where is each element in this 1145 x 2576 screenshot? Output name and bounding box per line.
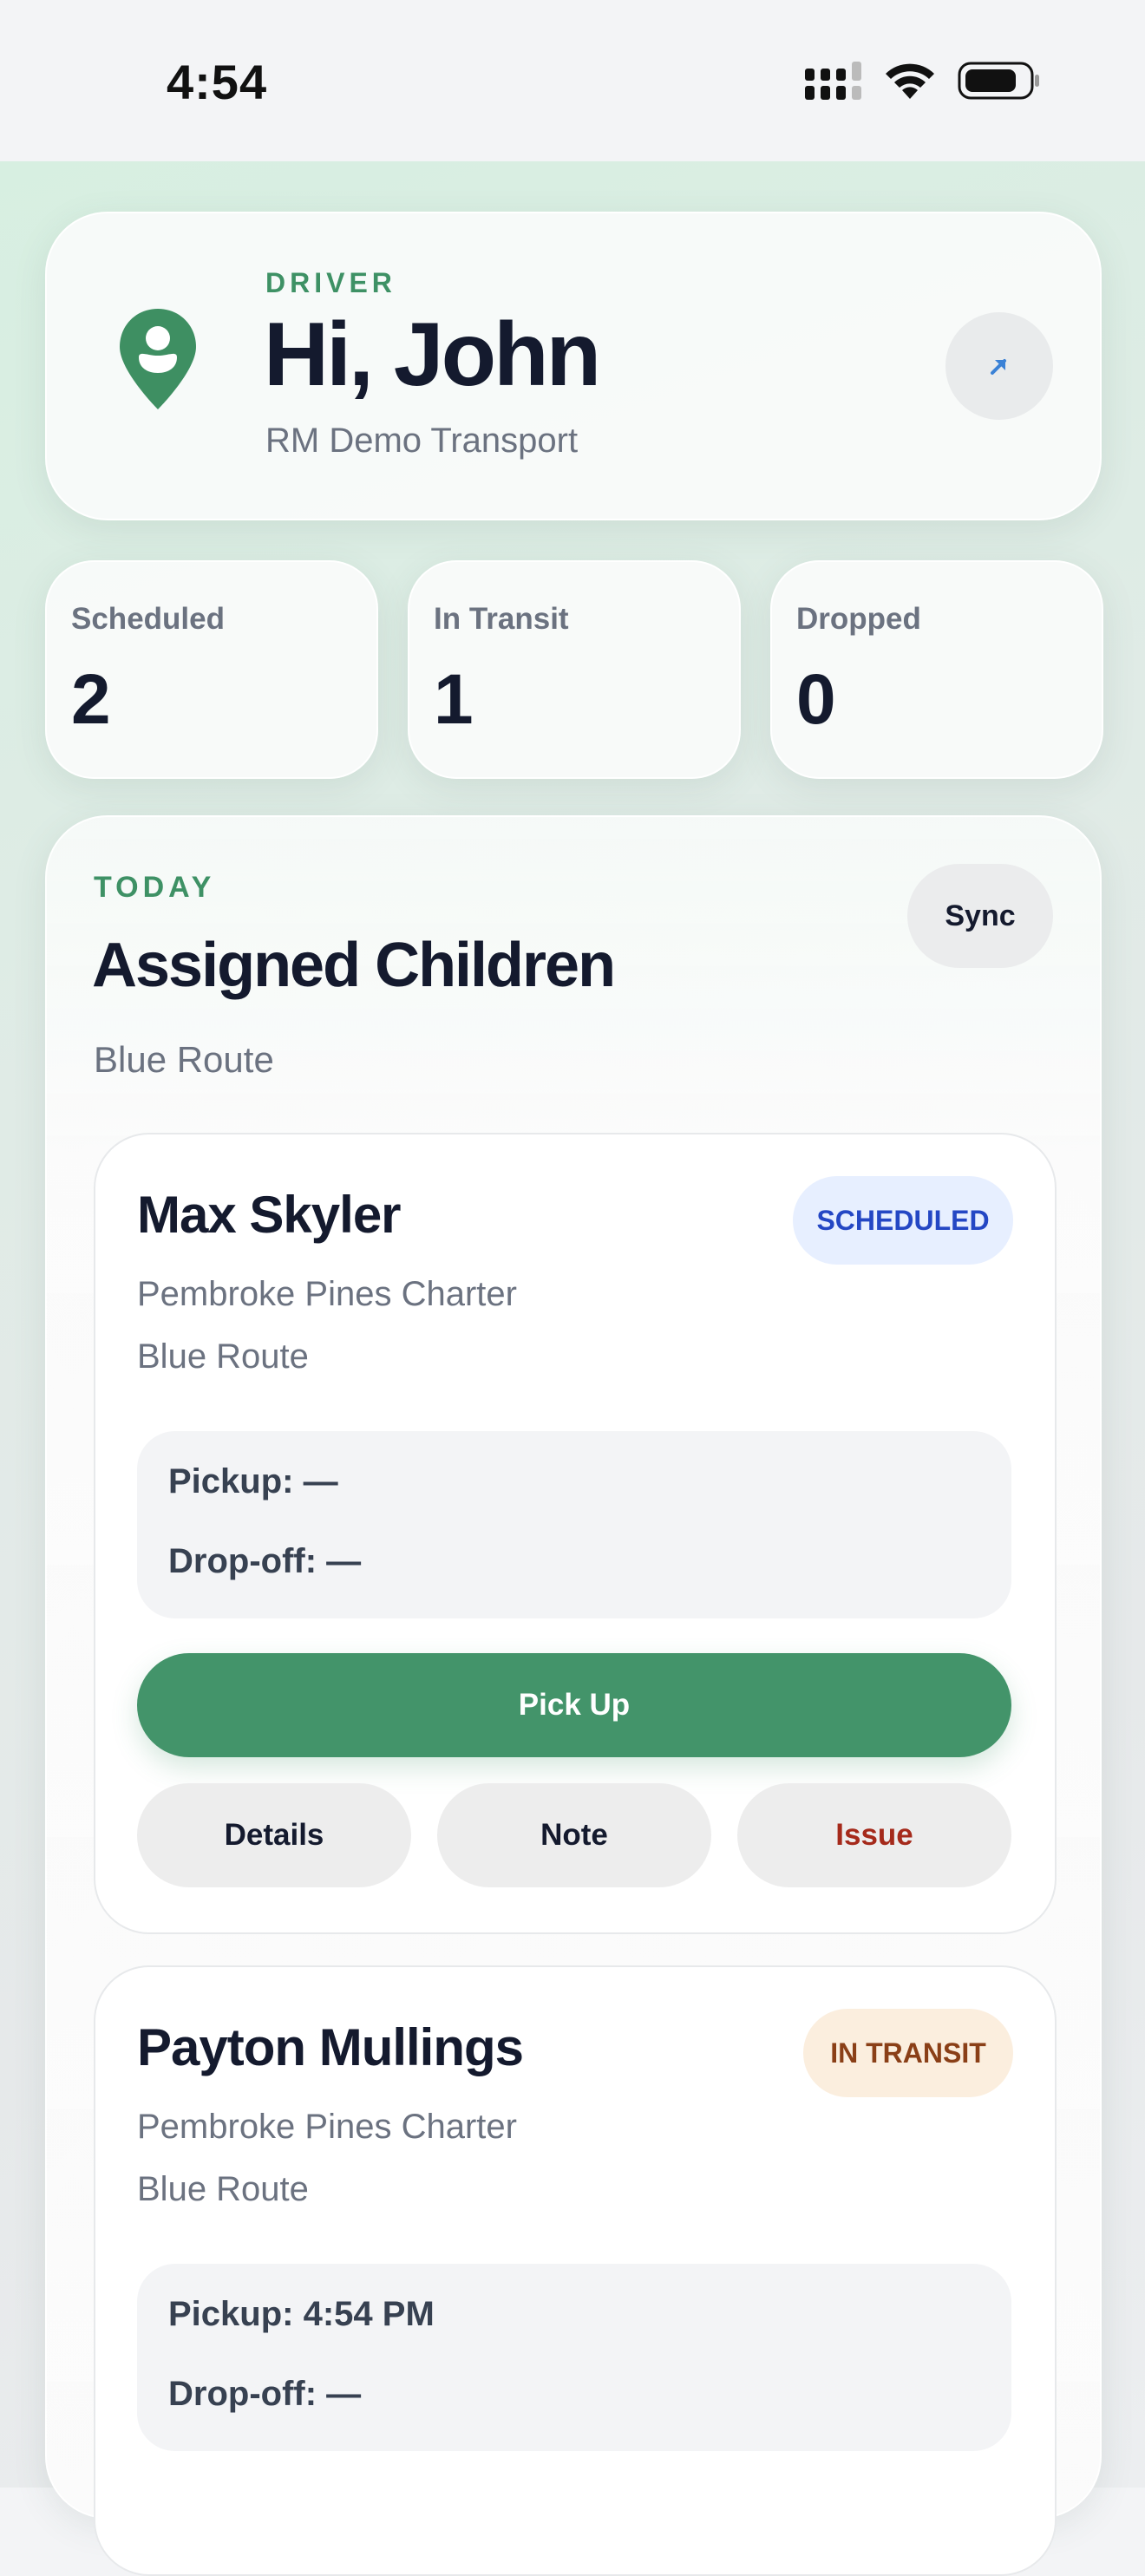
child-school: Pembroke Pines Charter (137, 2108, 517, 2146)
greeting: Hi, John (264, 304, 601, 405)
status-bar: 4:54 (0, 0, 1145, 161)
map-pin-person-icon (120, 309, 196, 409)
stat-value: 0 (796, 660, 836, 739)
stat-label: Dropped (796, 602, 921, 636)
pickup-time: Pickup: 4:54 PM (168, 2295, 435, 2333)
details-button[interactable]: Details (137, 1783, 411, 1887)
driver-header-card: DRIVER Hi, John RM Demo Transport (45, 212, 1102, 520)
battery-icon (958, 62, 1039, 100)
status-time: 4:54 (167, 55, 268, 109)
issue-button[interactable]: Issue (737, 1783, 1011, 1887)
sync-button[interactable]: Sync (907, 864, 1053, 968)
stat-card-in-transit: In Transit 1 (408, 560, 741, 779)
times-panel: Pickup: 4:54 PM Drop-off: — (137, 2264, 1011, 2451)
stat-card-scheduled: Scheduled 2 (45, 560, 378, 779)
stat-value: 2 (71, 660, 111, 739)
arrow-up-right-icon (991, 359, 1006, 375)
open-external-button[interactable] (945, 312, 1053, 420)
child-school: Pembroke Pines Charter (137, 1275, 517, 1313)
status-icons (805, 61, 1041, 101)
section-eyebrow: TODAY (94, 871, 216, 904)
child-name: Max Skyler (137, 1186, 402, 1244)
child-route: Blue Route (137, 2170, 309, 2208)
stat-value: 1 (434, 660, 474, 739)
child-card: Max Skyler SCHEDULED Pembroke Pines Char… (94, 1133, 1057, 1934)
pick-up-button[interactable]: Pick Up (137, 1653, 1011, 1757)
note-button[interactable]: Note (437, 1783, 711, 1887)
child-route: Blue Route (137, 1337, 309, 1376)
child-name: Payton Mullings (137, 2018, 524, 2076)
stat-card-dropped: Dropped 0 (770, 560, 1103, 779)
assigned-children-card: TODAY Assigned Children Blue Route Sync … (45, 815, 1102, 2576)
stat-label: Scheduled (71, 602, 225, 636)
dropoff-time: Drop-off: — (168, 1542, 362, 1580)
role-label: DRIVER (265, 267, 396, 298)
stat-label: In Transit (434, 602, 569, 636)
child-card: Payton Mullings IN TRANSIT Pembroke Pine… (94, 1965, 1057, 2576)
times-panel: Pickup: — Drop-off: — (137, 1431, 1011, 1618)
status-badge: IN TRANSIT (803, 2009, 1013, 2097)
dropoff-time: Drop-off: — (168, 2375, 362, 2413)
pickup-time: Pickup: — (168, 1462, 338, 1500)
section-route: Blue Route (94, 1039, 274, 1080)
wifi-icon (886, 63, 934, 99)
section-title: Assigned Children (92, 931, 616, 1000)
company-name: RM Demo Transport (265, 422, 579, 460)
status-badge: SCHEDULED (793, 1176, 1013, 1265)
cellular-signal-icon (805, 62, 861, 100)
